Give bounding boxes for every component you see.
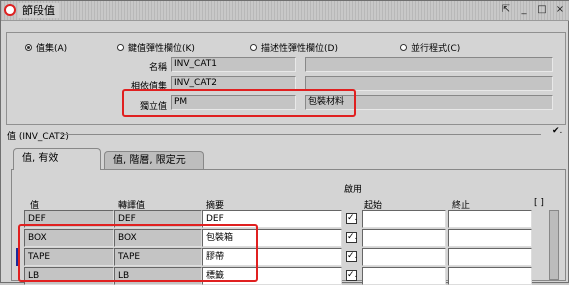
maximize-icon[interactable]: □ [536,4,548,16]
radio-descriptive-flexfield[interactable]: 描述性彈性欄位(D) [250,41,338,54]
highlight-box [122,89,356,117]
minimize-icon[interactable]: _ [518,4,530,16]
vertical-scrollbar[interactable] [549,210,559,280]
radio-unselected-icon [250,44,257,51]
radio-value-set[interactable]: 值集(A) [25,41,67,54]
enabled-checkbox[interactable]: ✓. [346,251,357,262]
cell-start[interactable] [362,229,446,247]
radio-selected-icon [25,44,32,51]
cell-start[interactable] [362,248,446,266]
radio-unselected-icon [400,44,407,51]
title-bar: 節段值 ⇱ _ □ × [1,1,569,21]
name-field[interactable]: INV_CAT1 [171,57,296,72]
close-icon[interactable]: × [554,4,566,16]
enabled-checkbox[interactable]: ✓. [346,270,357,281]
radio-label: 鍵值彈性欄位(K) [128,44,195,54]
cell-start[interactable] [362,267,446,285]
restore-icon[interactable]: ⇱ [500,4,512,16]
cell-end[interactable] [448,267,532,285]
radio-label: 並行程式(C) [411,44,461,54]
enabled-checkbox[interactable]: ✓. [346,232,357,243]
name-desc-field[interactable] [305,57,553,72]
values-grid: 值 轉譯值 摘要 啟用 起始 終止 [ ] DEF DEF DEF ✓. BOX… [11,169,566,285]
divider [61,134,541,135]
radio-unselected-icon [117,44,124,51]
cell-end[interactable] [448,229,532,247]
cell-end[interactable] [448,210,532,228]
column-header-enabled: 啟用 [344,185,363,195]
radio-key-flexfield[interactable]: 鍵值彈性欄位(K) [117,41,195,54]
oracle-icon [4,4,16,16]
highlight-box [18,224,258,282]
window: 節段值 ⇱ _ □ × 值集(A) 鍵值彈性欄位(K) 描述性彈性欄位(D) 並… [0,0,569,285]
radio-label: 描述性彈性欄位(D) [261,44,338,54]
enabled-checkbox[interactable]: ✓. [346,213,357,224]
radio-concurrent-program[interactable]: 並行程式(C) [400,41,460,54]
cell-end[interactable] [448,248,532,266]
window-controls: ⇱ _ □ × [500,4,566,16]
column-header-extra: [ ] [534,198,544,208]
source-panel: 值集(A) 鍵值彈性欄位(K) 描述性彈性欄位(D) 並行程式(C) 名稱 IN… [6,32,566,125]
section-check-icon[interactable]: ✔. [552,126,562,136]
tab-values-effective[interactable]: 值, 有效 [13,148,101,170]
cell-start[interactable] [362,210,446,228]
window-title: 節段值 [18,3,59,18]
tab-values-hierarchy[interactable]: 值, 階層, 限定元 [104,151,204,170]
source-radio-group: 值集(A) 鍵值彈性欄位(K) 描述性彈性欄位(D) 並行程式(C) [25,41,555,55]
radio-label: 值集(A) [36,44,68,54]
name-label: 名稱 [148,63,167,73]
values-section-title: 值 (INV_CAT2) [7,132,69,142]
